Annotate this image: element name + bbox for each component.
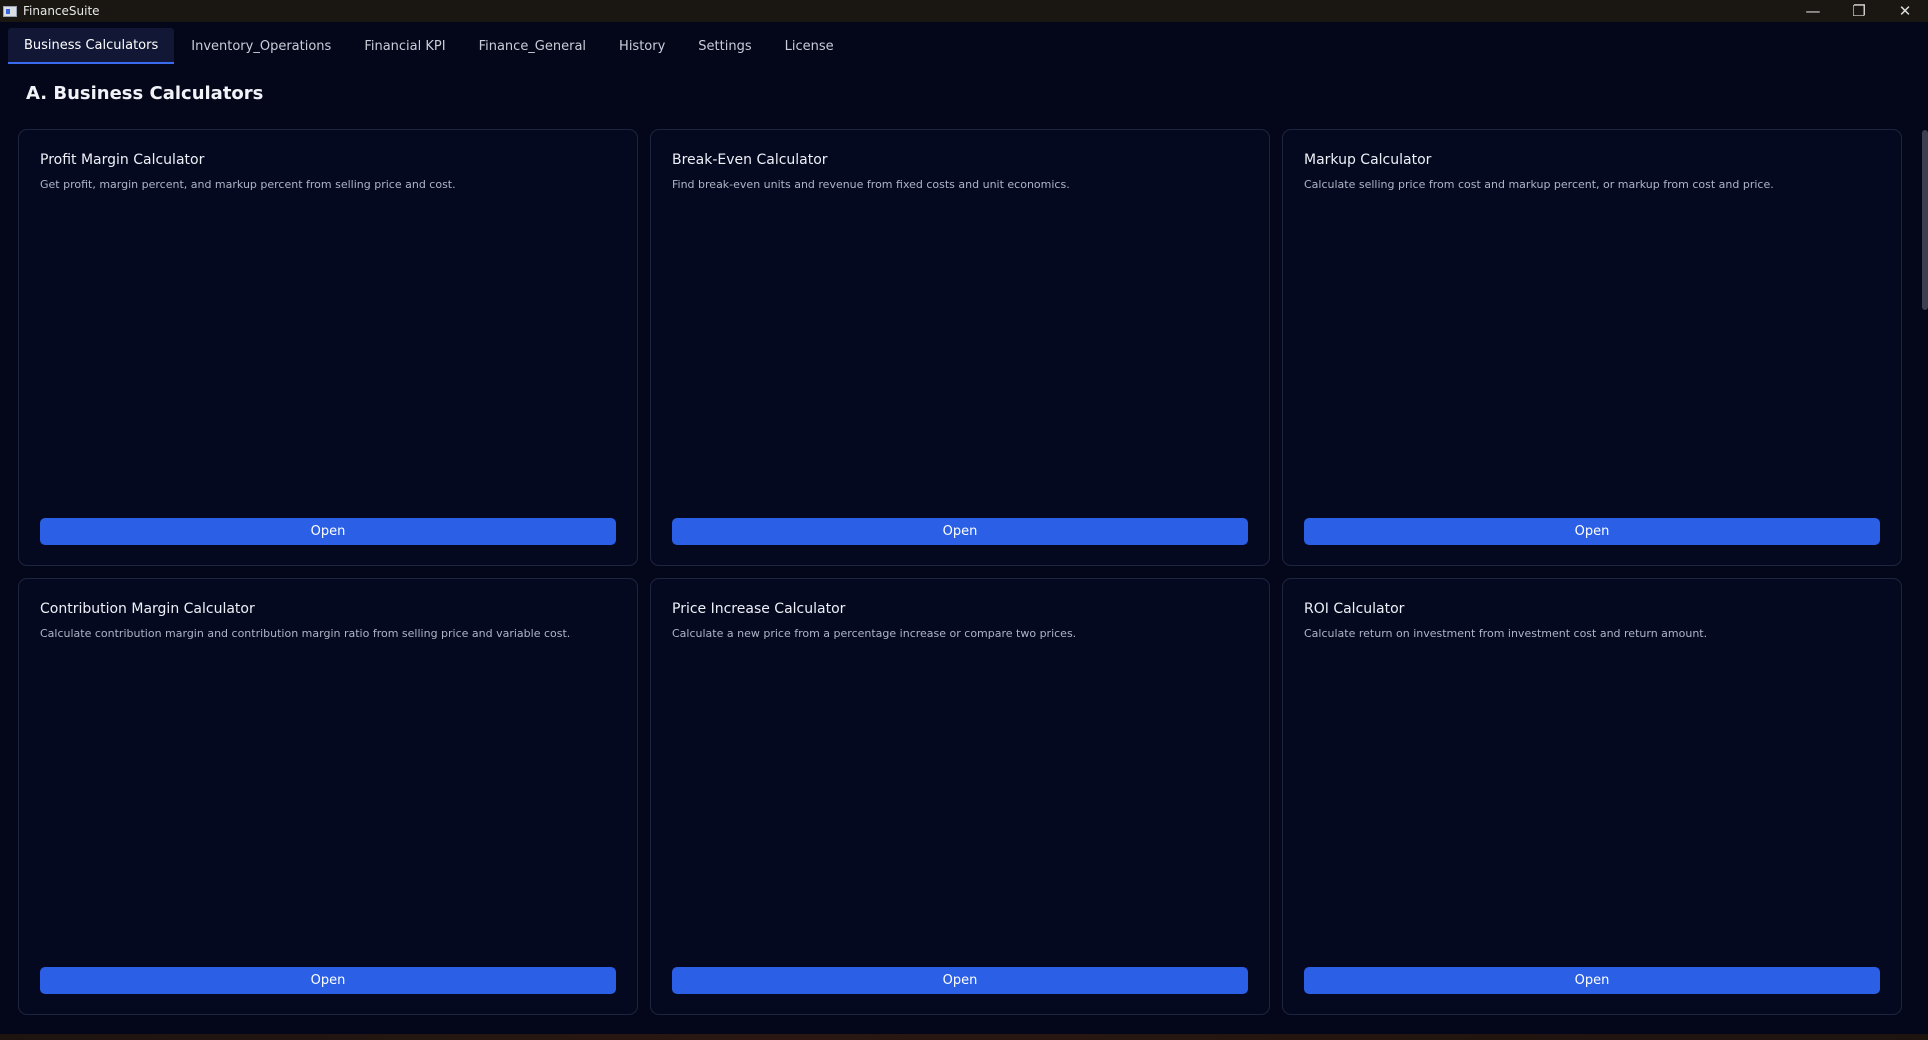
restore-icon[interactable]: ❐ <box>1836 0 1882 22</box>
card-title: Break-Even Calculator <box>672 152 828 168</box>
tab-financial-kpi[interactable]: Financial KPI <box>348 28 461 64</box>
card-description: Calculate contribution margin and contri… <box>40 627 571 640</box>
title-bar: FinanceSuite — ❐ ✕ <box>0 0 1928 22</box>
window-controls: — ❐ ✕ <box>1790 0 1928 22</box>
page-title: A. Business Calculators <box>26 83 264 104</box>
vertical-scrollbar[interactable] <box>1922 130 1928 310</box>
open-markup-button[interactable]: Open <box>1304 518 1880 545</box>
tab-bar: Business Calculators Inventory_Operation… <box>0 28 1928 68</box>
card-contribution-margin: Contribution Margin Calculator Calculate… <box>18 578 638 1015</box>
card-title: Price Increase Calculator <box>672 601 846 617</box>
minimize-icon[interactable]: — <box>1790 0 1836 22</box>
window-title: FinanceSuite <box>23 4 100 18</box>
tab-business-calculators[interactable]: Business Calculators <box>8 28 175 64</box>
card-description: Calculate a new price from a percentage … <box>672 627 1077 640</box>
card-description: Get profit, margin percent, and markup p… <box>40 178 456 191</box>
card-title: ROI Calculator <box>1304 601 1405 617</box>
open-break-even-button[interactable]: Open <box>672 518 1248 545</box>
card-title: Contribution Margin Calculator <box>40 601 255 617</box>
tab-settings[interactable]: Settings <box>682 28 767 64</box>
calculator-grid: Profit Margin Calculator Get profit, mar… <box>18 129 1902 1015</box>
open-price-increase-button[interactable]: Open <box>672 967 1248 994</box>
card-title: Profit Margin Calculator <box>40 152 205 168</box>
card-description: Find break-even units and revenue from f… <box>672 178 1070 191</box>
card-break-even: Break-Even Calculator Find break-even un… <box>650 129 1270 566</box>
tab-inventory-operations[interactable]: Inventory_Operations <box>175 28 347 64</box>
card-description: Calculate selling price from cost and ma… <box>1304 178 1774 191</box>
tab-license[interactable]: License <box>769 28 850 64</box>
card-markup: Markup Calculator Calculate selling pric… <box>1282 129 1902 566</box>
app-icon <box>3 5 17 17</box>
card-description: Calculate return on investment from inve… <box>1304 627 1708 640</box>
tab-history[interactable]: History <box>603 28 681 64</box>
card-title: Markup Calculator <box>1304 152 1432 168</box>
open-profit-margin-button[interactable]: Open <box>40 518 616 545</box>
tab-finance-general[interactable]: Finance_General <box>463 28 602 64</box>
close-icon[interactable]: ✕ <box>1882 0 1928 22</box>
card-price-increase: Price Increase Calculator Calculate a ne… <box>650 578 1270 1015</box>
open-roi-button[interactable]: Open <box>1304 967 1880 994</box>
card-roi: ROI Calculator Calculate return on inves… <box>1282 578 1902 1015</box>
open-contribution-margin-button[interactable]: Open <box>40 967 616 994</box>
taskbar-edge <box>0 1034 1928 1040</box>
card-profit-margin: Profit Margin Calculator Get profit, mar… <box>18 129 638 566</box>
